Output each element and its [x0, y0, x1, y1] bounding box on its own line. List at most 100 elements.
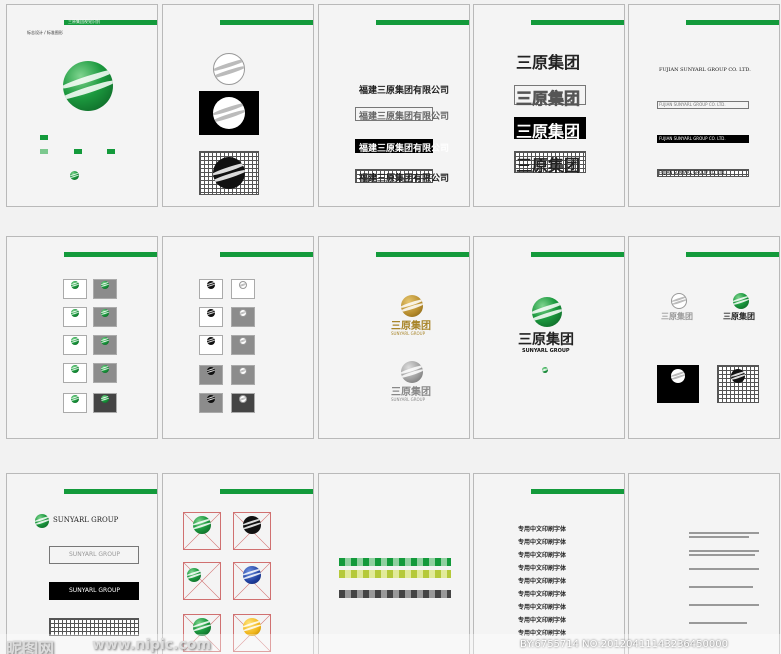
page-header-bar: [531, 20, 624, 25]
font-sample: 专用中文印刷字体: [518, 539, 567, 546]
manual-page-11[interactable]: SUNYARL GROUP SUNYARL GROUP SUNYARL GROU…: [6, 473, 158, 654]
tile-globe: [239, 367, 247, 375]
manual-page-4[interactable]: 三原集团 三原集团 三原集团 三原集团: [473, 4, 625, 207]
manual-page-8[interactable]: 三原集团 SUNYARL GROUP 三原集团 SUNYARL GROUP: [318, 236, 470, 439]
manual-page-15[interactable]: [628, 473, 780, 654]
page-header-bar: [220, 252, 313, 257]
grid-globe-logo: [213, 157, 245, 189]
horizontal-logo-outline: SUNYARL GROUP: [69, 551, 120, 558]
manual-page-5[interactable]: FUJIAN SUNYARL GROUP CO. LTD. FUJIAN SUN…: [628, 4, 780, 207]
misuse-globe: [243, 516, 261, 534]
watermark-brand: 昵图网: [6, 639, 55, 654]
tile-globe: [239, 395, 247, 403]
english-name: FUJIAN SUNYARL GROUP CO. LTD.: [659, 67, 751, 73]
page-header-bar: [220, 489, 313, 494]
manual-page-12[interactable]: [162, 473, 314, 654]
manual-page-9[interactable]: 三原集团 SUNYARL GROUP: [473, 236, 625, 439]
outline-combined-wordmark: 三原集团: [661, 311, 693, 321]
tile-globe: [101, 365, 109, 373]
page-header-bar: [64, 252, 157, 257]
manual-page-1[interactable]: 三原集团视觉识别 标志设计 / 标准图形: [6, 4, 158, 207]
page-title: 标志设计 / 标准图形: [27, 30, 63, 35]
tile-globe: [71, 281, 79, 289]
watermark-id: BY:6755714 NO:20120411143236450000: [520, 639, 728, 650]
manual-page-13[interactable]: [318, 473, 470, 654]
tile-globe: [101, 309, 109, 317]
watermark-bar: 昵图网 www.nipic.com BY:6755714 NO:20120411…: [0, 634, 781, 654]
gold-globe-logo: [401, 295, 423, 317]
misuse-example: [183, 562, 221, 600]
body-text-line: [689, 604, 759, 606]
manual-page-2[interactable]: [162, 4, 314, 207]
combined-globe-logo: [532, 297, 562, 327]
header-text: 三原集团视觉识别: [68, 19, 100, 24]
body-text-line: [689, 622, 747, 624]
font-sample: 专用中文印刷字体: [518, 591, 567, 598]
tile-globe: [207, 309, 215, 317]
english-name-on-grid: FUJIAN SUNYARL GROUP CO. LTD.: [659, 170, 726, 175]
font-sample: 专用中文印刷字体: [518, 604, 567, 611]
tile-globe: [71, 365, 79, 373]
english-name-reverse: FUJIAN SUNYARL GROUP CO. LTD.: [659, 136, 726, 141]
company-wordmark: 福建三原集团有限公司: [359, 86, 450, 96]
tile-globe: [101, 395, 109, 403]
company-wordmark-grid: 福建三原集团有限公司: [359, 174, 450, 184]
color-swatch: [40, 149, 48, 154]
misuse-globe: [243, 566, 261, 584]
english-name-outline: FUJIAN SUNYARL GROUP CO. LTD.: [659, 102, 726, 107]
page-header-bar: 三原集团视觉识别: [64, 19, 157, 25]
reverse-combined-logo: [671, 369, 685, 383]
company-wordmark-outline: 福建三原集团有限公司: [359, 112, 450, 122]
company-wordmark-reverse: 福建三原集团有限公司: [359, 144, 450, 154]
font-sample: 专用中文印刷字体: [518, 552, 567, 559]
watermark-url: www.nipic.com: [92, 637, 211, 653]
tile-globe: [239, 281, 247, 289]
color-strip-grey: [339, 590, 451, 598]
font-sample: 专用中文印刷字体: [518, 526, 567, 533]
grid-combined-logo: [731, 369, 745, 383]
green-globe-logo: [63, 61, 113, 111]
small-combined-logo: [542, 367, 548, 373]
body-text-line: [689, 550, 759, 552]
manual-page-7[interactable]: [162, 236, 314, 439]
color-strip-olive: [339, 570, 451, 578]
tile-globe: [239, 337, 247, 345]
tile-globe: [101, 281, 109, 289]
grey-english: SUNYARL GROUP: [391, 397, 425, 402]
manual-page-14[interactable]: 专用中文印刷字体 专用中文印刷字体 专用中文印刷字体 专用中文印刷字体 专用中文…: [473, 473, 625, 654]
body-text-line: [689, 568, 759, 570]
grey-globe-logo: [401, 361, 423, 383]
tile-globe: [71, 309, 79, 317]
body-text-line: [689, 536, 749, 538]
tile-globe: [71, 337, 79, 345]
green-combined-wordmark: 三原集团: [723, 311, 755, 321]
short-wordmark-outline: 三原集团: [516, 89, 581, 109]
gold-english: SUNYARL GROUP: [391, 331, 425, 336]
page-header-bar: [220, 20, 313, 25]
misuse-globe: [193, 516, 211, 534]
outline-globe-logo: [213, 53, 245, 85]
color-strip-green: [339, 558, 451, 566]
tile-globe: [207, 337, 215, 345]
body-text-line: [689, 532, 759, 534]
short-wordmark: 三原集团: [516, 53, 581, 72]
tile-globe: [239, 309, 247, 317]
grey-wordmark: 三原集团: [391, 387, 431, 398]
color-swatch: [107, 149, 115, 154]
page-header-bar: [686, 252, 779, 257]
tile-globe: [207, 281, 215, 289]
horizontal-logo-globe: [35, 514, 49, 528]
tile-globe: [207, 395, 215, 403]
horizontal-logo-text: SUNYARL GROUP: [53, 516, 119, 524]
font-sample: 专用中文印刷字体: [518, 617, 567, 624]
reverse-globe-logo: [213, 97, 245, 129]
manual-page-6[interactable]: [6, 236, 158, 439]
combined-wordmark: 三原集团: [518, 332, 574, 348]
manual-page-10[interactable]: 三原集团 三原集团: [628, 236, 780, 439]
gold-wordmark: 三原集团: [391, 321, 431, 332]
combined-english: SUNYARL GROUP: [522, 348, 570, 354]
font-sample: 专用中文印刷字体: [518, 578, 567, 585]
manual-page-3[interactable]: 福建三原集团有限公司 福建三原集团有限公司 福建三原集团有限公司 福建三原集团有…: [318, 4, 470, 207]
short-wordmark-on-grid: 三原集团: [516, 156, 581, 175]
page-header-bar: [531, 489, 624, 494]
